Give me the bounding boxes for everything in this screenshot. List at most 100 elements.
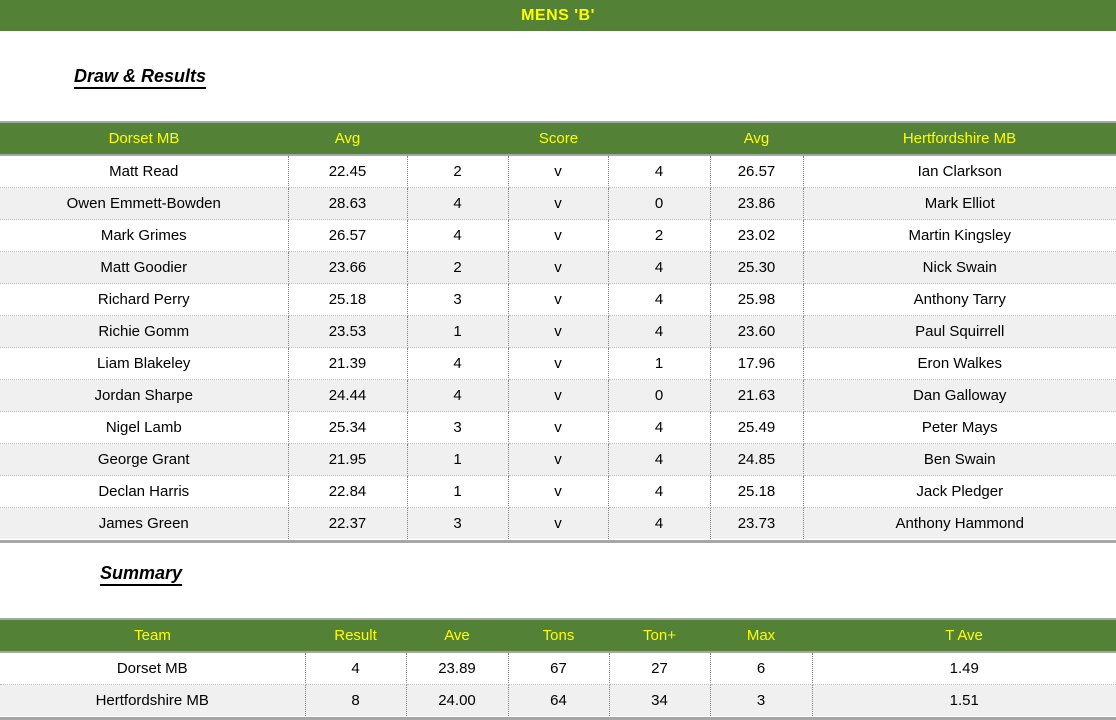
away-score: 0 [608, 187, 711, 220]
versus-label: v [508, 155, 609, 188]
player-name-home: Liam Blakeley [0, 347, 289, 380]
summary-max: 6 [710, 652, 813, 685]
table-row: Matt Goodier 23.66 2 v 4 25.30 Nick Swain [0, 251, 1116, 284]
table-row: Owen Emmett-Bowden 28.63 4 v 0 23.86 Mark Elli… [0, 187, 1116, 220]
home-score: 4 [407, 219, 509, 252]
summary-max: 3 [710, 684, 813, 716]
versus-label: v [508, 347, 609, 380]
player-name-away: Martin Kingsley [803, 219, 1116, 252]
fixtures-table-bottom-border [0, 539, 1116, 543]
player-name-home: James Green [0, 507, 289, 539]
column-header-team: Team [0, 618, 305, 653]
versus-label: v [508, 443, 609, 476]
away-score: 4 [608, 155, 711, 188]
away-score: 4 [608, 251, 711, 284]
summary-ton-plus: 27 [609, 652, 711, 685]
draw-results-heading-wrap: Draw & Results [74, 66, 206, 87]
home-score: 3 [407, 507, 509, 539]
player-name-home: Matt Goodier [0, 251, 289, 284]
home-score: 1 [407, 443, 509, 476]
away-average: 23.02 [710, 219, 804, 252]
column-header-away-team: Hertfordshire MB [803, 121, 1116, 156]
summary-heading-wrap: Summary [100, 563, 182, 584]
page-banner: MENS 'B' [0, 0, 1116, 31]
column-header-home-avg: Avg [288, 121, 407, 156]
summary-tons: 64 [508, 684, 610, 716]
home-score: 4 [407, 379, 509, 412]
player-name-home: George Grant [0, 443, 289, 476]
home-score: 4 [407, 347, 509, 380]
column-header-result: Result [305, 618, 406, 653]
player-name-home: Mark Grimes [0, 219, 289, 252]
home-average: 26.57 [288, 219, 408, 252]
table-row: Jordan Sharpe 24.44 4 v 0 21.63 Dan Galloway [0, 379, 1116, 412]
summary-table-bottom-border [0, 716, 1116, 720]
table-row: Liam Blakeley 21.39 4 v 1 17.96 Eron Walkes [0, 347, 1116, 380]
versus-label: v [508, 251, 609, 284]
summary-t-average: 1.49 [812, 652, 1116, 685]
away-average: 23.60 [710, 315, 804, 348]
versus-label: v [508, 315, 609, 348]
summary-table: Team Result Ave Tons Ton+ Max T Ave Dorset MB 4… [0, 618, 1116, 716]
player-name-home: Nigel Lamb [0, 411, 289, 444]
away-score: 4 [608, 475, 711, 508]
player-name-away: Jack Pledger [803, 475, 1116, 508]
versus-label: v [508, 507, 609, 539]
versus-label: v [508, 475, 609, 508]
player-name-away: Paul Squirrell [803, 315, 1116, 348]
summary-tons: 67 [508, 652, 610, 685]
away-average: 26.57 [710, 155, 804, 188]
away-average: 25.30 [710, 251, 804, 284]
summary-table-wrap: Team Result Ave Tons Ton+ Max T Ave Dorset MB 4… [0, 618, 1116, 720]
home-average: 22.84 [288, 475, 408, 508]
away-average: 25.18 [710, 475, 804, 508]
away-average: 23.86 [710, 187, 804, 220]
home-score: 4 [407, 187, 509, 220]
home-average: 21.39 [288, 347, 408, 380]
player-name-away: Anthony Tarry [803, 283, 1116, 316]
summary-team-name: Hertfordshire MB [0, 684, 306, 716]
fixtures-table-wrap: Dorset MB Avg Score Avg Hertfordshire MB… [0, 121, 1116, 543]
away-score: 0 [608, 379, 711, 412]
home-score: 2 [407, 155, 509, 188]
page-title: MENS 'B' [521, 7, 595, 24]
versus-label: v [508, 187, 609, 220]
away-average: 25.98 [710, 283, 804, 316]
player-name-home: Richie Gomm [0, 315, 289, 348]
summary-heading: Summary [100, 563, 183, 583]
away-score: 4 [608, 443, 711, 476]
home-score: 3 [407, 411, 509, 444]
home-score: 2 [407, 251, 509, 284]
player-name-away: Mark Elliot [803, 187, 1116, 220]
table-row: Nigel Lamb 25.34 3 v 4 25.49 Peter Mays [0, 411, 1116, 444]
home-average: 22.45 [288, 155, 408, 188]
column-header-max: Max [710, 618, 812, 653]
home-average: 21.95 [288, 443, 408, 476]
home-average: 28.63 [288, 187, 408, 220]
home-average: 24.44 [288, 379, 408, 412]
away-score: 2 [608, 219, 711, 252]
player-name-home: Matt Read [0, 155, 289, 188]
versus-label: v [508, 283, 609, 316]
away-average: 23.73 [710, 507, 804, 539]
column-header-home-team: Dorset MB [0, 121, 288, 156]
table-row: James Green 22.37 3 v 4 23.73 Anthony Hammond [0, 507, 1116, 539]
home-average: 23.66 [288, 251, 408, 284]
home-score: 1 [407, 315, 509, 348]
table-row: Richard Perry 25.18 3 v 4 25.98 Anthony Tarry [0, 283, 1116, 316]
column-header-t-ave: T Ave [812, 618, 1116, 653]
versus-label: v [508, 379, 609, 412]
summary-t-average: 1.51 [812, 684, 1116, 716]
away-average: 17.96 [710, 347, 804, 380]
versus-label: v [508, 219, 609, 252]
summary-average: 24.00 [406, 684, 509, 716]
column-header-tons: Tons [508, 618, 609, 653]
summary-average: 23.89 [406, 652, 509, 685]
away-score: 4 [608, 507, 711, 539]
away-score: 4 [608, 411, 711, 444]
player-name-away: Ian Clarkson [803, 155, 1116, 188]
table-row: George Grant 21.95 1 v 4 24.85 Ben Swain [0, 443, 1116, 476]
player-name-away: Peter Mays [803, 411, 1116, 444]
away-average: 25.49 [710, 411, 804, 444]
column-header-ave: Ave [406, 618, 508, 653]
